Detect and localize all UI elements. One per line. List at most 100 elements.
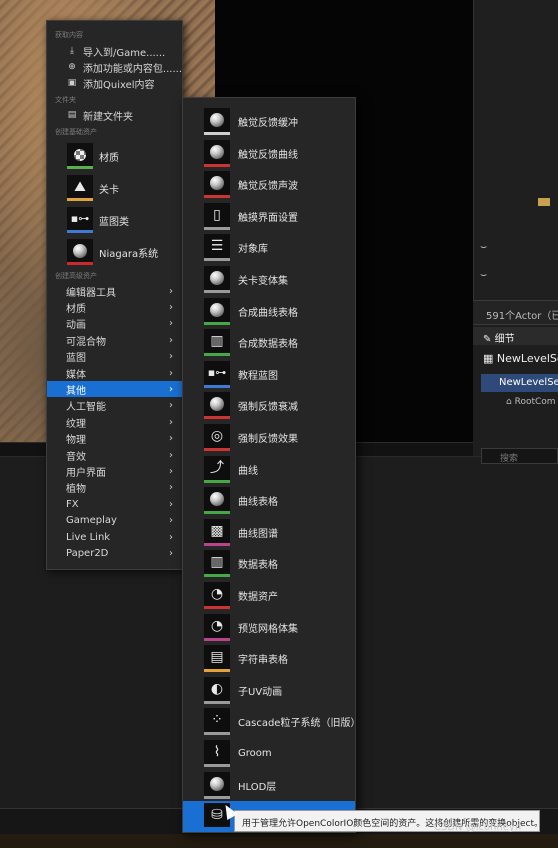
submenu-item[interactable]: ▥ 数据表格 <box>183 548 355 579</box>
other-assets-submenu: 触觉反馈缓冲触觉反馈曲线触觉反馈声波 ▯ 触摸界面设置 ☰ 对象库关卡变体集合成曲线表格… <box>182 97 360 833</box>
submenu-item-label: 触觉反馈曲线 <box>238 149 298 161</box>
category-label: 其他 <box>66 385 86 397</box>
submenu-item[interactable]: ▯ 触摸界面设置 <box>183 201 355 232</box>
category-label: 蓝图 <box>66 353 86 365</box>
submenu-item[interactable]: 触觉反馈缓冲 <box>183 106 355 137</box>
menu-item-blueprint-class[interactable]: ▪⊶ 蓝图类 <box>47 205 182 235</box>
selected-level-row[interactable]: NewLevelSeq <box>481 374 558 392</box>
menu-item-material-label: 材质 <box>99 152 119 164</box>
object-library-icon: ☰ <box>204 234 230 262</box>
submenu-item[interactable]: HLOD层 <box>183 770 355 801</box>
category-label: Paper2D <box>66 547 109 559</box>
chevron-right-icon: › <box>169 416 173 428</box>
submenu-item-label: 教程蓝图 <box>238 370 278 382</box>
chevron-right-icon: › <box>169 547 173 559</box>
submenu-item[interactable]: ◐ 子UV动画 <box>183 675 355 706</box>
category-item[interactable]: 植物 › <box>47 480 182 496</box>
submenu-item[interactable]: ◔ 数据资产 <box>183 580 355 611</box>
category-label: 媒体 <box>66 369 86 381</box>
section-basic-assets: 创建基础资产 <box>55 128 97 136</box>
tab-details[interactable]: ✎ 细节 <box>473 327 558 345</box>
category-item[interactable]: Live Link › <box>47 529 182 545</box>
submenu-item[interactable]: ⌇ Groom <box>183 738 355 769</box>
category-item[interactable]: 动画 › <box>47 316 182 332</box>
category-label: 纹理 <box>66 418 86 430</box>
menu-item-level[interactable]: ⛰ 关卡 <box>47 173 182 203</box>
submenu-item[interactable]: 合成曲线表格 <box>183 296 355 327</box>
submenu-item-label: 合成曲线表格 <box>238 307 298 319</box>
category-item[interactable]: Paper2D › <box>47 545 182 561</box>
section-folder: 文件夹 <box>55 96 76 104</box>
chevron-right-icon: › <box>169 433 173 445</box>
chevron-right-icon: › <box>169 498 173 510</box>
category-item[interactable]: 音效 › <box>47 447 182 463</box>
menu-item-add-feature[interactable]: ⊕ 添加功能或内容包...... <box>47 59 182 75</box>
submenu-item[interactable]: ◔ 预览网格体集 <box>183 612 355 643</box>
submenu-item-label: 对象库 <box>238 244 268 256</box>
category-item[interactable]: 其他 › <box>47 381 182 398</box>
submenu-item[interactable]: ▪⊶ 教程蓝图 <box>183 359 355 390</box>
menu-item-material[interactable]: 材质 <box>47 141 182 171</box>
category-item[interactable]: 纹理 › <box>47 414 182 430</box>
selected-level-label: NewLevelSeq <box>499 377 558 388</box>
add-feature-icon: ⊕ <box>68 62 76 72</box>
menu-item-import[interactable]: ⤓ 导入到/Game...... <box>47 43 182 59</box>
submenu-item[interactable]: ◎ 强制反馈效果 <box>183 422 355 453</box>
submenu-item-label: 强制反馈衰减 <box>238 402 298 414</box>
category-item[interactable]: 蓝图 › <box>47 349 182 365</box>
menu-item-niagara-system[interactable]: Niagara系统 <box>47 237 182 267</box>
submenu-item-label: 预览网格体集 <box>238 623 298 635</box>
root-component-row[interactable]: ⌂ RootCom <box>506 397 556 407</box>
hlod-layer-icon <box>204 771 230 799</box>
material-icon <box>67 143 93 169</box>
category-label: 植物 <box>66 484 86 496</box>
category-label: 音效 <box>66 451 86 463</box>
menu-item-import-label: 导入到/Game...... <box>83 47 166 59</box>
submenu-item[interactable]: ⤴ 曲线 <box>183 454 355 485</box>
category-item[interactable]: 用户界面 › <box>47 463 182 479</box>
category-item[interactable]: 媒体 › <box>47 365 182 381</box>
submenu-item[interactable]: 触觉反馈声波 <box>183 169 355 200</box>
submenu-item[interactable]: ▥ 合成数据表格 <box>183 327 355 358</box>
menu-item-new-folder[interactable]: ▤ 新建文件夹 <box>47 107 182 123</box>
data-table-icon: ▥ <box>204 550 230 578</box>
category-label: Gameplay <box>66 515 117 527</box>
outliner-folder-icon[interactable] <box>538 198 550 206</box>
submenu-item[interactable]: ▤ 字符串表格 <box>183 643 355 674</box>
chevron-right-icon: › <box>169 334 173 346</box>
component-icon: ⌂ <box>506 397 512 407</box>
submenu-item[interactable]: 触觉反馈曲线 <box>183 138 355 169</box>
actor-count-label: 591个Actor（已选 <box>473 300 558 324</box>
category-item[interactable]: 人工智能 › <box>47 398 182 414</box>
category-item[interactable]: 编辑器工具 › <box>47 283 182 299</box>
haptic-curve-icon <box>204 139 230 167</box>
submenu-item[interactable]: ☰ 对象库 <box>183 232 355 263</box>
submenu-item-label: 强制反馈效果 <box>238 434 298 445</box>
tutorial-blueprint-icon: ▪⊶ <box>204 360 230 388</box>
submenu-item[interactable]: ⁘ Cascade粒子系统（旧版） <box>183 706 360 737</box>
submenu-item[interactable]: 关卡变体集 <box>183 264 355 295</box>
category-item[interactable]: 材质 › <box>47 299 182 315</box>
menu-item-level-label: 关卡 <box>99 184 119 196</box>
category-item[interactable]: FX › <box>47 496 182 512</box>
details-search-input[interactable]: 搜索 <box>481 448 558 464</box>
submenu-item[interactable]: 曲线表格 <box>183 485 355 516</box>
outliner-fold-icon[interactable]: ⌣ <box>480 240 487 254</box>
quixel-icon: ▣ <box>67 78 77 88</box>
submenu-item[interactable]: 强制反馈衰减 <box>183 390 355 421</box>
composite-curve-table-icon <box>204 297 230 325</box>
niagara-icon <box>67 239 93 265</box>
category-label: 编辑器工具 <box>66 287 116 299</box>
menu-item-add-quixel[interactable]: ▣ 添加Quixel内容 <box>47 75 182 91</box>
outliner-fold-icon[interactable]: ⌣ <box>480 268 487 282</box>
force-feedback-effect-icon: ◎ <box>204 424 230 451</box>
menu-item-new-folder-label: 新建文件夹 <box>83 111 133 123</box>
category-item[interactable]: 物理 › <box>47 431 182 447</box>
submenu-item-label: 触摸界面设置 <box>238 212 298 224</box>
menu-item-add-quixel-label: 添加Quixel内容 <box>83 79 155 91</box>
category-label: 动画 <box>66 320 86 332</box>
submenu-item[interactable]: ▩ 曲线图谱 <box>183 517 355 548</box>
category-item[interactable]: 可混合物 › <box>47 332 182 348</box>
menu-item-add-feature-label: 添加功能或内容包...... <box>82 63 182 75</box>
category-item[interactable]: Gameplay › <box>47 513 182 529</box>
